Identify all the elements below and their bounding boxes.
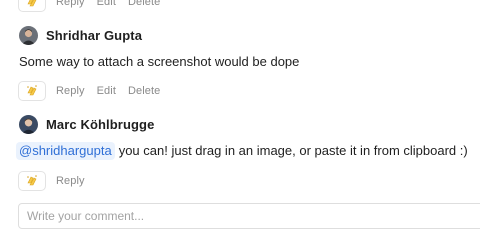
comment-text-content: you can! just drag in an image, or paste… — [118, 143, 468, 158]
comment-text-content: Some way to attach a screenshot would be… — [19, 54, 300, 69]
comment: Marc Köhlbrugge @shridhargupta you can! j… — [16, 113, 480, 160]
reply-link[interactable]: Reply — [56, 0, 85, 8]
comment-composer — [18, 203, 480, 229]
reply-link[interactable]: Reply — [56, 85, 85, 97]
comment-input[interactable] — [27, 209, 480, 223]
clapping-hands-icon — [27, 175, 37, 186]
comment-author[interactable]: Shridhar Gupta — [46, 28, 142, 43]
edit-link[interactable]: Edit — [97, 85, 116, 97]
reaction-button[interactable] — [18, 171, 46, 191]
delete-link[interactable]: Delete — [128, 85, 160, 97]
reaction-button[interactable] — [18, 0, 46, 12]
edit-link[interactable]: Edit — [97, 0, 116, 8]
comment-actions-top: Reply Edit Delete — [18, 0, 160, 13]
user-avatar-icon — [19, 25, 38, 45]
comment-text: @shridhargupta you can! just drag in an i… — [16, 142, 480, 160]
comment-actions: Reply Edit Delete — [18, 80, 160, 102]
comment-author[interactable]: Marc Köhlbrugge — [46, 117, 154, 132]
comment-thread: Reply Edit Delete Shridhar Gupta Some wa… — [0, 0, 480, 240]
reply-link[interactable]: Reply — [56, 175, 85, 187]
comment-actions: Reply — [18, 170, 85, 192]
avatar[interactable] — [19, 114, 38, 134]
user-mention[interactable]: @shridhargupta — [16, 142, 115, 160]
comment-text: Some way to attach a screenshot would be… — [19, 53, 480, 71]
user-avatar-icon — [19, 114, 38, 134]
comment-header: Marc Köhlbrugge — [19, 113, 480, 135]
clapping-hands-icon — [27, 85, 37, 96]
comment-header: Shridhar Gupta — [19, 24, 480, 46]
comment: Shridhar Gupta Some way to attach a scre… — [19, 24, 480, 71]
clapping-hands-icon — [27, 0, 37, 7]
delete-link[interactable]: Delete — [128, 0, 160, 8]
avatar[interactable] — [19, 25, 38, 45]
reaction-button[interactable] — [18, 81, 46, 101]
